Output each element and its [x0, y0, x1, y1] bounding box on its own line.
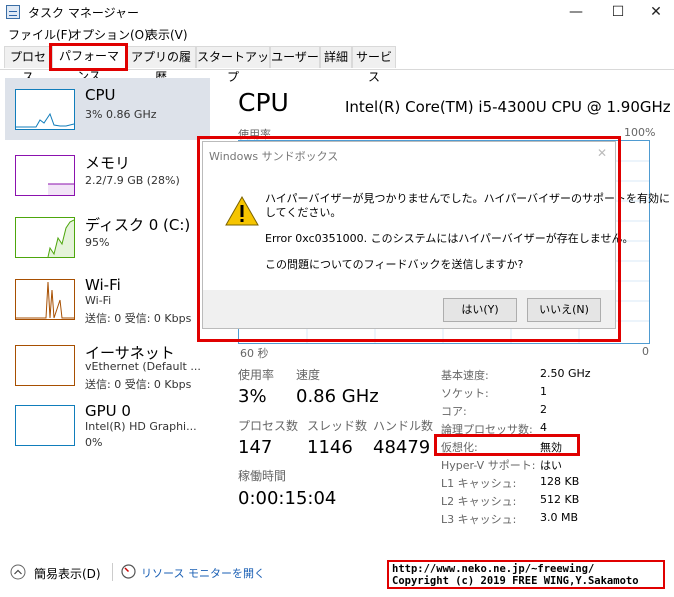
sidebar-item-gpu[interactable]: GPU 0 Intel(R) HD Graphi... 0% — [5, 394, 210, 456]
open-resource-monitor-link[interactable]: リソース モニターを開く — [141, 565, 265, 581]
tab-processes[interactable]: プロセス — [4, 46, 52, 84]
spec-label: L2 キャッシュ: — [441, 495, 517, 508]
spec-value: 4 — [540, 421, 547, 434]
spec-value: 1 — [540, 385, 547, 398]
sidebar-item-detail: 2.2/7.9 GB (28%) — [85, 174, 180, 187]
sidebar-item-label: Wi-Fi — [85, 276, 121, 294]
warning-icon — [225, 196, 259, 226]
dialog-error-code: Error 0xc0351000. このシステムにはハイパーバイザーが存在しませ… — [265, 232, 634, 245]
menu-file[interactable]: ファイル(F) — [8, 26, 72, 43]
spec-label: L1 キャッシュ: — [441, 477, 517, 490]
uptime-value: 0:00:15:04 — [238, 488, 337, 509]
dialog-message-line: ハイパーバイザーが見つかりませんでした。ハイパーバイザーのサポートを有効に — [265, 192, 671, 205]
menu-options[interactable]: オプション(O) — [70, 26, 149, 43]
dialog-close-icon[interactable]: ✕ — [597, 146, 607, 160]
graph-min-label: 0 — [642, 345, 649, 358]
tab-bar: プロセス パフォーマンス アプリの履歴 スタートアップ ユーザー 詳細 サービス — [0, 44, 674, 84]
menu-view[interactable]: 表示(V) — [146, 26, 188, 43]
minimize-button[interactable]: — — [558, 0, 594, 24]
spec-value: 3.0 MB — [540, 511, 579, 524]
sidebar-item-detail: Wi-Fi — [85, 294, 112, 307]
sidebar-item-label: GPU 0 — [85, 402, 131, 420]
tab-users[interactable]: ユーザー — [270, 46, 320, 68]
sidebar-item-detail: 送信: 0 受信: 0 Kbps — [85, 312, 192, 325]
process-label: プロセス数 — [238, 419, 299, 433]
yes-button[interactable]: はい(Y) — [443, 298, 517, 322]
gpu-thumbnail-graph — [15, 405, 75, 446]
uptime-label: 稼働時間 — [238, 469, 287, 483]
axis-max-label: 100% — [624, 126, 656, 139]
sidebar-item-detail: 送信: 0 受信: 0 Kbps — [85, 378, 192, 391]
copyright-url: http://www.neko.ne.jp/~freewing/ — [392, 563, 595, 575]
handle-label: ハンドル数 — [373, 419, 434, 433]
spec-label: L3 キャッシュ: — [441, 513, 517, 526]
sidebar-item-memory[interactable]: メモリ 2.2/7.9 GB (28%) — [5, 144, 210, 206]
tab-details[interactable]: 詳細 — [320, 46, 352, 68]
speed-label: 速度 — [296, 368, 321, 382]
tab-performance[interactable]: パフォーマンス — [52, 45, 126, 83]
tab-app-history[interactable]: アプリの履歴 — [126, 46, 196, 84]
sidebar-item-detail: 0% — [85, 436, 103, 449]
graph-time-label: 60 秒 — [240, 347, 269, 360]
sidebar-item-wifi[interactable]: Wi-Fi Wi-Fi 送信: 0 受信: 0 Kbps — [5, 268, 210, 330]
tab-services[interactable]: サービス — [352, 46, 396, 84]
thread-value: 1146 — [307, 437, 353, 458]
ethernet-thumbnail-graph — [15, 345, 75, 386]
spec-label: ソケット: — [441, 387, 489, 400]
tab-startup[interactable]: スタートアップ — [196, 46, 270, 84]
speed-value: 0.86 GHz — [296, 386, 379, 407]
maximize-button[interactable]: ☐ — [600, 0, 636, 24]
sidebar-item-detail: 3% 0.86 GHz — [85, 108, 157, 121]
sidebar: CPU 3% 0.86 GHz メモリ 2.2/7.9 GB (28%) ディス… — [0, 72, 210, 542]
chevron-up-icon[interactable] — [10, 564, 26, 580]
sidebar-item-detail: vEthernet (Default ... — [85, 360, 201, 373]
no-button[interactable]: いいえ(N) — [527, 298, 601, 322]
spec-label: 仮想化: — [441, 441, 478, 454]
window-title: タスク マネージャー — [28, 6, 139, 20]
virtualization-value: 無効 — [540, 441, 562, 454]
fewer-details-link[interactable]: 簡易表示(D) — [34, 565, 101, 582]
handle-value: 48479 — [373, 437, 431, 458]
dialog-message-line: してください。 — [265, 206, 342, 219]
sidebar-item-label: CPU — [85, 86, 116, 104]
sidebar-item-label: メモリ — [85, 154, 131, 172]
copyright-text: Copyright (c) 2019 FREE WING,Y.Sakamoto — [392, 575, 639, 587]
spec-label: 論理プロセッサ数: — [441, 423, 533, 436]
wifi-thumbnail-graph — [15, 279, 75, 320]
sidebar-item-disk[interactable]: ディスク 0 (C:) 95% — [5, 206, 210, 268]
disk-thumbnail-graph — [15, 217, 75, 258]
thread-label: スレッド数 — [307, 419, 368, 433]
dialog-footer: はい(Y) いいえ(N) — [203, 290, 615, 328]
dialog-title: Windows サンドボックス — [209, 150, 339, 163]
sandbox-error-dialog: Windows サンドボックス ✕ ハイパーバイザーが見つかりませんでした。ハイ… — [202, 141, 670, 329]
menu-bar: ファイル(F) オプション(O) 表示(V) — [0, 24, 674, 44]
spec-label: 基本速度: — [441, 369, 489, 382]
spec-value: 2 — [540, 403, 547, 416]
spec-value: 512 KB — [540, 493, 580, 506]
sidebar-item-detail: 95% — [85, 236, 110, 249]
cpu-thumbnail-graph — [15, 89, 75, 130]
close-button[interactable]: ✕ — [638, 0, 674, 24]
usage-label: 使用率 — [238, 368, 275, 382]
sidebar-item-label: ディスク 0 (C:) — [85, 216, 191, 234]
resource-monitor-icon — [121, 564, 136, 579]
cpu-model-name: Intel(R) Core(TM) i5-4300U CPU @ 1.90GHz — [345, 98, 671, 116]
spec-value: 2.50 GHz — [540, 367, 591, 380]
usage-value: 3% — [238, 386, 267, 407]
spec-value: はい — [540, 459, 562, 472]
sidebar-item-ethernet[interactable]: イーサネット vEthernet (Default ... 送信: 0 受信: … — [5, 334, 210, 396]
spec-value: 128 KB — [540, 475, 580, 488]
process-value: 147 — [238, 437, 273, 458]
dialog-feedback-question: この問題についてのフィードバックを送信しますか? — [265, 258, 524, 271]
divider — [112, 563, 113, 581]
sidebar-item-detail: Intel(R) HD Graphi... — [85, 420, 197, 433]
page-title: CPU — [238, 88, 289, 117]
sidebar-item-cpu[interactable]: CPU 3% 0.86 GHz — [5, 78, 210, 140]
memory-thumbnail-graph — [15, 155, 75, 196]
title-bar: タスク マネージャー — ☐ ✕ — [0, 0, 674, 24]
copyright-watermark: http://www.neko.ne.jp/~freewing/ Copyrig… — [387, 560, 665, 589]
spec-label: Hyper-V サポート: — [441, 459, 536, 472]
spec-label: コア: — [441, 405, 467, 418]
task-manager-icon — [6, 5, 20, 19]
